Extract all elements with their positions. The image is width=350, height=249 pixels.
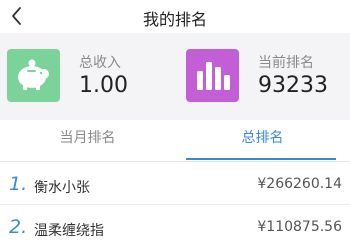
total-income-value: 1.00 bbox=[79, 73, 128, 98]
ranking-row[interactable]: 1. 衡水小张 ¥266260.14 bbox=[0, 163, 350, 205]
active-tab-indicator bbox=[186, 158, 336, 160]
bar-chart-icon bbox=[186, 49, 239, 102]
rank-number: 2. bbox=[9, 216, 28, 238]
tab-total-ranking[interactable]: 总排名 bbox=[175, 120, 350, 162]
ranking-row[interactable]: 2. 温柔缠绕指 ¥110875.56 bbox=[0, 206, 350, 248]
current-rank-label: 当前排名 bbox=[258, 55, 314, 71]
income-amount: ¥110875.56 bbox=[257, 219, 342, 235]
total-income-label: 总收入 bbox=[79, 55, 121, 71]
income-amount: ¥266260.14 bbox=[257, 176, 342, 192]
ranking-tabs: 当月排名 总排名 bbox=[0, 120, 350, 162]
navigation-bar: 我的排名 bbox=[0, 0, 350, 33]
piggy-bank-icon bbox=[7, 49, 60, 102]
rank-number: 1. bbox=[9, 173, 28, 195]
user-name: 衡水小张 bbox=[34, 180, 90, 196]
summary-cards: 总收入 1.00 当前排名 93233 bbox=[0, 33, 350, 120]
user-name: 温柔缠绕指 bbox=[34, 223, 104, 239]
page-title: 我的排名 bbox=[142, 10, 207, 29]
tab-monthly-ranking[interactable]: 当月排名 bbox=[0, 120, 175, 162]
current-rank-value: 93233 bbox=[258, 73, 328, 98]
current-rank-card: 当前排名 93233 bbox=[176, 33, 350, 120]
total-income-card: 总收入 1.00 bbox=[0, 33, 172, 120]
